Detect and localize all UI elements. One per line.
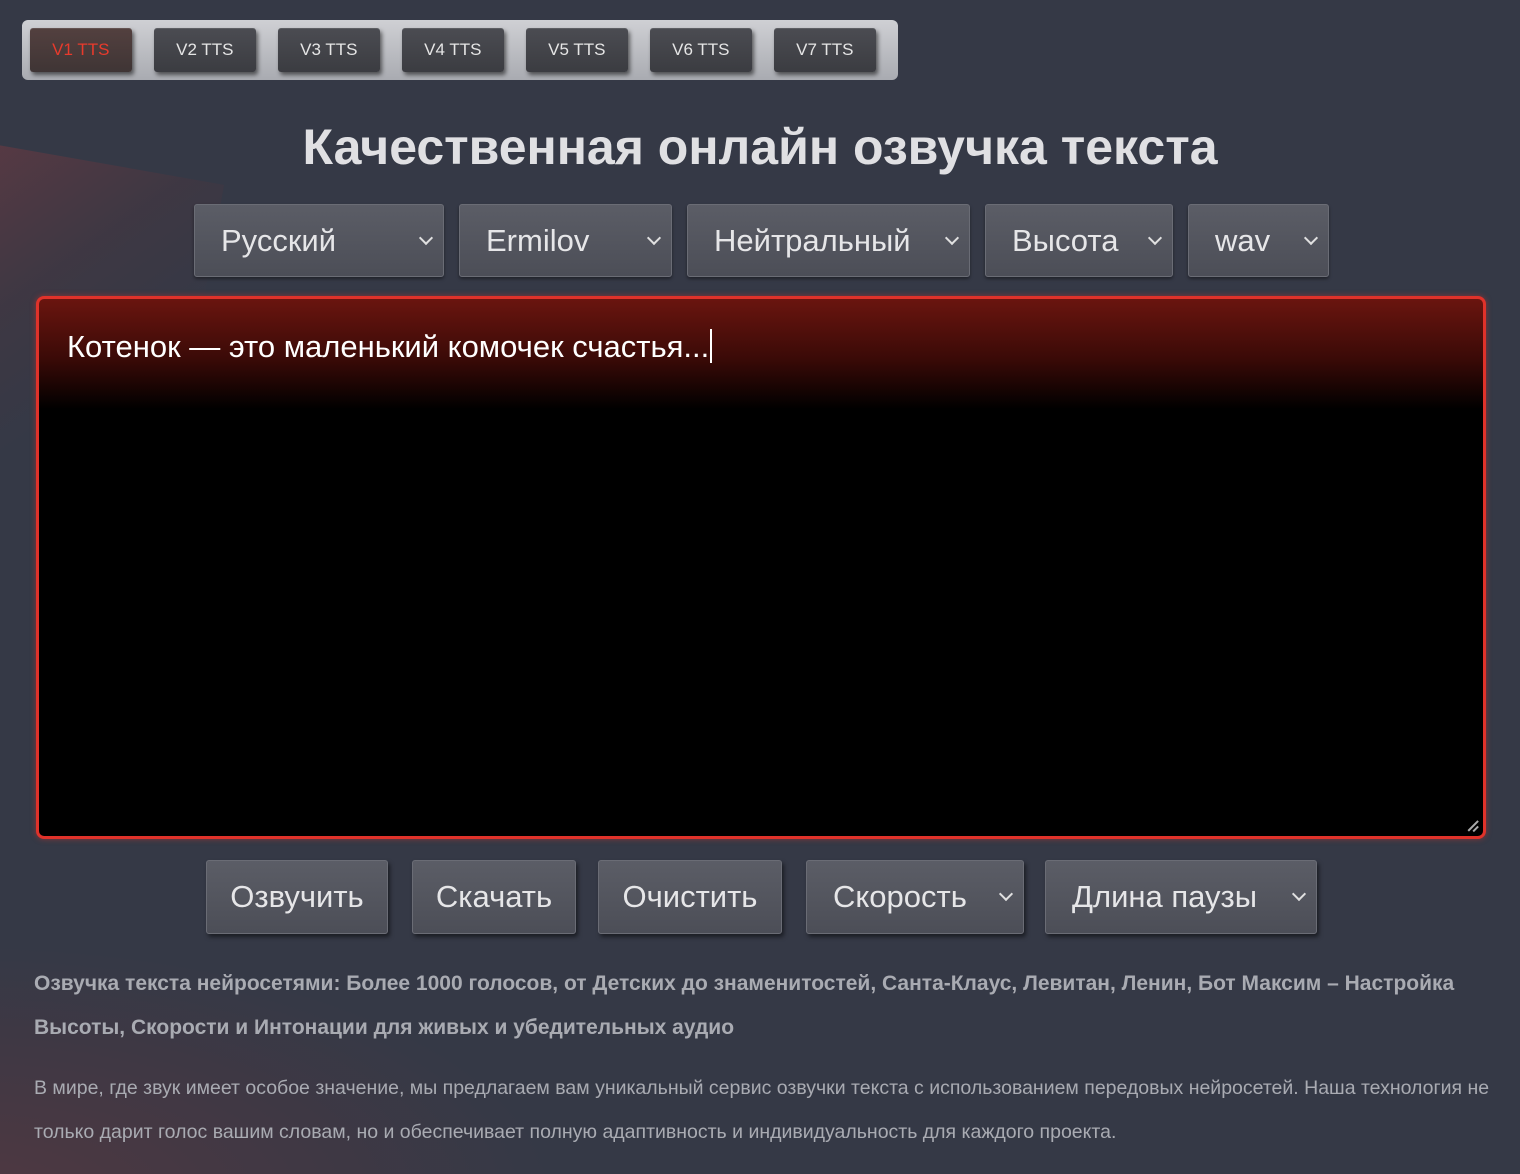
language-select[interactable]: Русский [194,204,444,277]
voice-settings-row: Русский Ermilov Нейтральный Высота wav [0,204,1520,278]
chevron-down-icon [998,886,1014,902]
tab-v5[interactable]: V5 TTS [526,28,628,72]
format-select[interactable]: wav [1188,204,1329,277]
tab-v4[interactable]: V4 TTS [402,28,504,72]
text-input[interactable]: Котенок — это маленький комочек счастья.… [36,296,1486,839]
chevron-down-icon [646,230,662,246]
tab-v2[interactable]: V2 TTS [154,28,256,72]
tab-v7[interactable]: V7 TTS [774,28,876,72]
chevron-down-icon [944,230,960,246]
download-button[interactable]: Скачать [412,860,576,934]
emotion-select-value: Нейтральный [714,222,911,258]
chevron-down-icon [1291,886,1307,902]
description-headline: Озвучка текста нейросетями: Более 1000 г… [34,972,1455,1039]
language-select-value: Русский [221,222,337,258]
emotion-select[interactable]: Нейтральный [687,204,970,277]
chevron-down-icon [1147,230,1163,246]
speak-button[interactable]: Озвучить [206,860,388,934]
page: V1 TTS V2 TTS V3 TTS V4 TTS V5 TTS V6 TT… [0,0,1520,1174]
page-title: Качественная онлайн озвучка текста [302,119,1218,175]
tab-v3[interactable]: V3 TTS [278,28,380,72]
tab-v6[interactable]: V6 TTS [650,28,752,72]
tab-v1[interactable]: V1 TTS [30,28,132,72]
chevron-down-icon [1303,230,1319,246]
speed-select-value: Скорость [833,879,967,914]
resize-handle-icon[interactable] [1466,819,1478,831]
description-body: В мире, где звук имеет особое значение, … [34,1077,1490,1143]
pitch-select[interactable]: Высота [985,204,1173,277]
text-caret [710,329,713,363]
format-select-value: wav [1215,222,1271,258]
clear-button[interactable]: Очистить [598,860,782,934]
voice-select-value: Ermilov [486,222,590,258]
text-input-value: Котенок — это маленький комочек счастья.… [67,329,710,364]
pause-length-select[interactable]: Длина паузы [1045,860,1317,934]
action-row: Озвучить Скачать Очистить Скорость Длина… [0,860,1520,936]
speed-select[interactable]: Скорость [806,860,1024,934]
pitch-select-value: Высота [1012,222,1119,258]
voice-select[interactable]: Ermilov [459,204,672,277]
pause-length-select-value: Длина паузы [1072,879,1258,914]
chevron-down-icon [418,230,434,246]
version-tabbar: V1 TTS V2 TTS V3 TTS V4 TTS V5 TTS V6 TT… [22,20,898,80]
